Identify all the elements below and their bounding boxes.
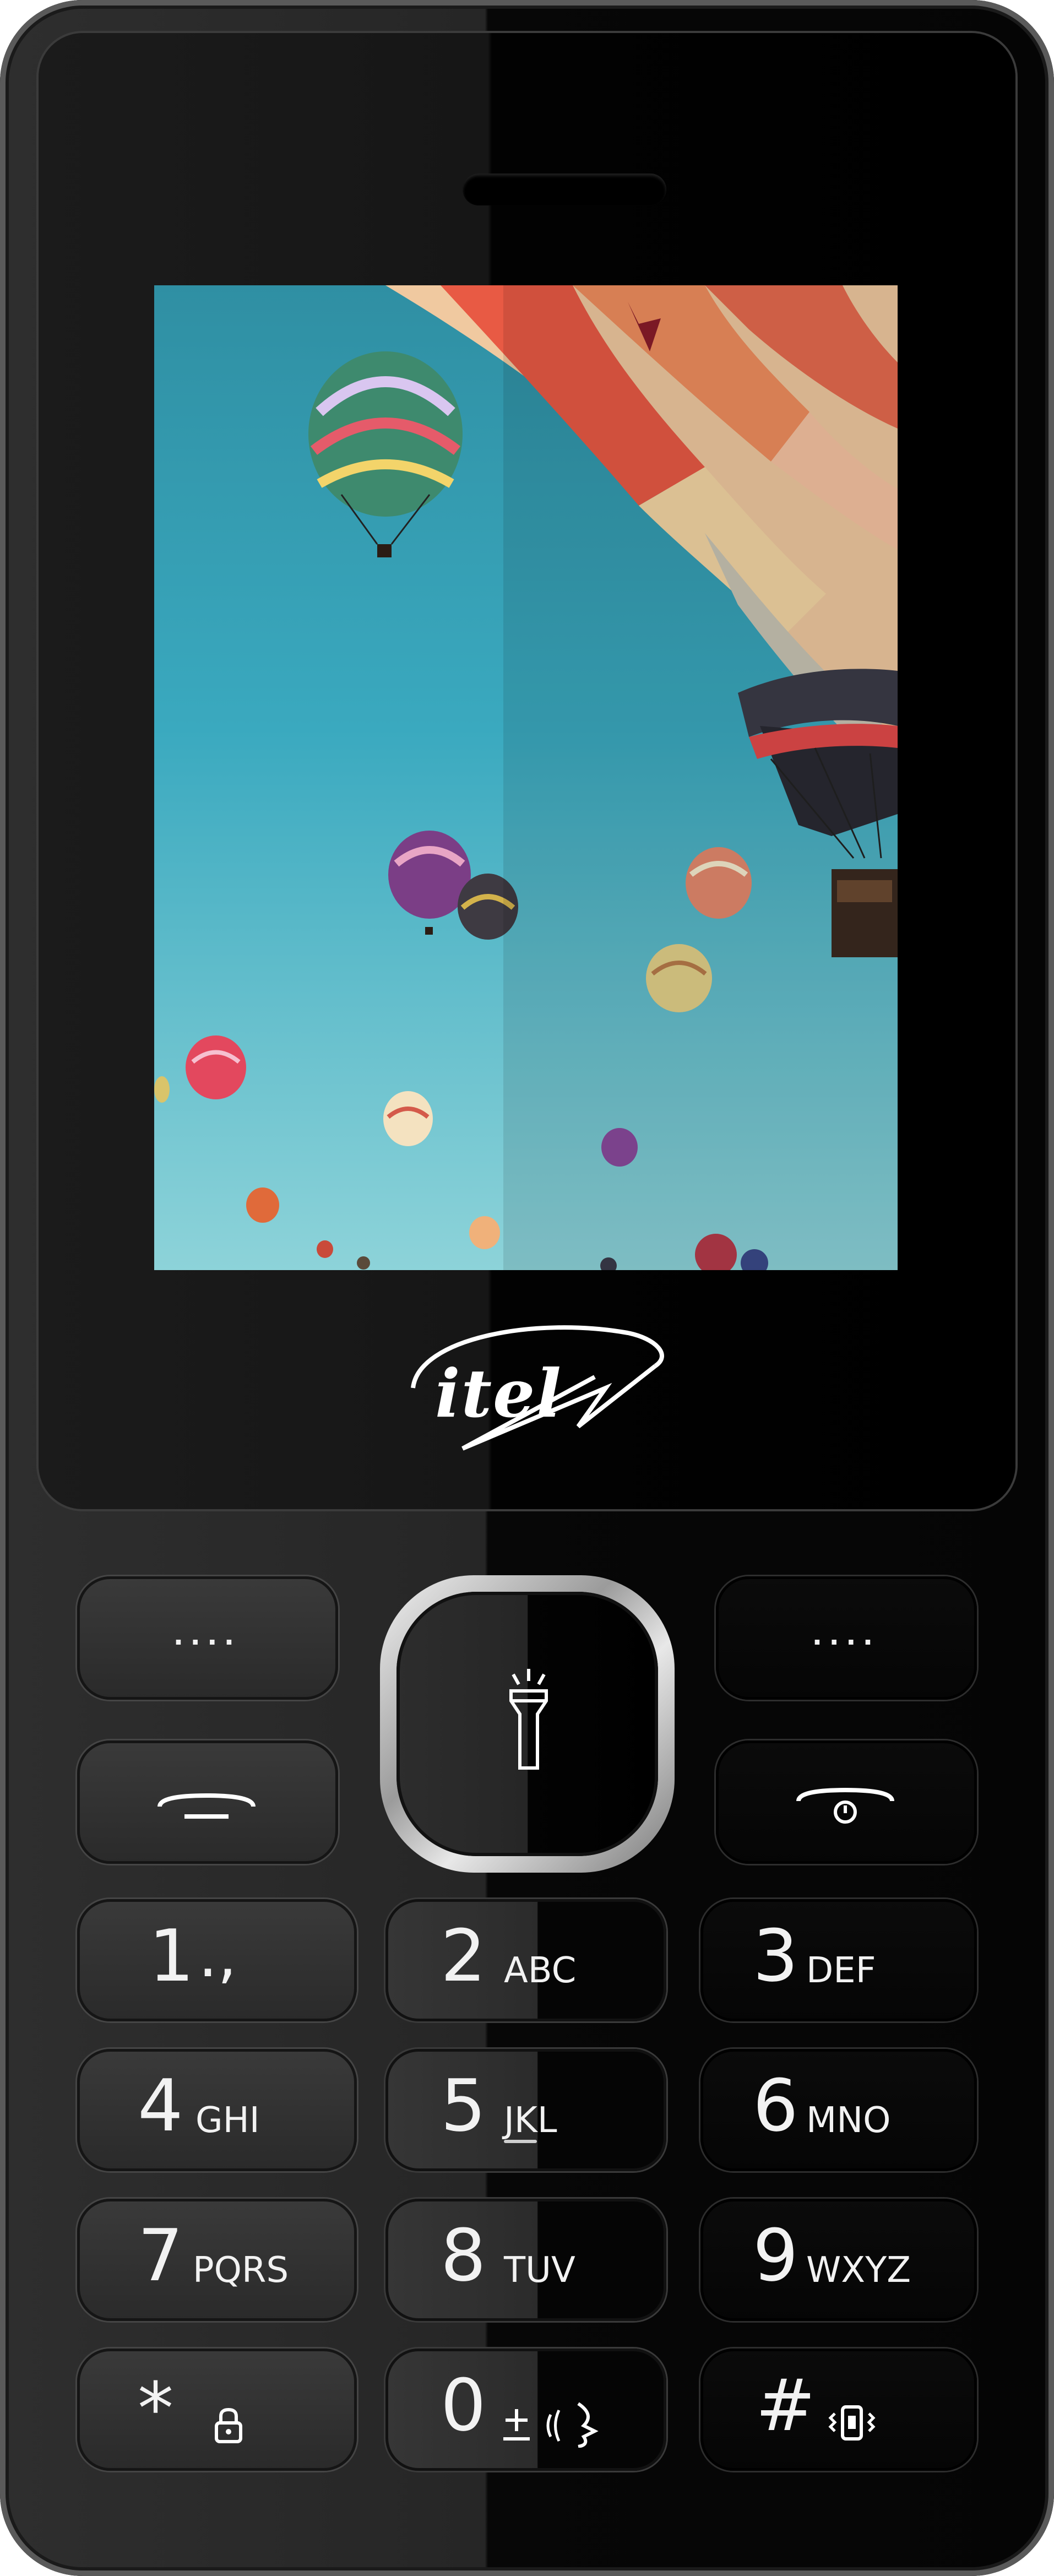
key-4-letters: GHI	[195, 2100, 260, 2141]
flashlight-icon	[507, 1669, 551, 1774]
key-5[interactable]: 5 JKL	[385, 2049, 666, 2171]
end-call-power-icon	[793, 1785, 898, 1829]
key-star[interactable]: *	[77, 2349, 357, 2471]
vibrate-icon	[827, 2404, 877, 2442]
brand-logo: itel	[396, 1322, 672, 1460]
key-7-letters: PQRS	[193, 2250, 289, 2291]
brand-logo-text: itel	[435, 1355, 562, 1433]
key-2-digit: 2	[441, 1914, 486, 1998]
key-8-letters: TUV	[504, 2250, 575, 2291]
key-9[interactable]: 9 WXYZ	[700, 2199, 977, 2321]
key-2[interactable]: 2 ABC	[385, 1899, 666, 2021]
key-9-digit: 9	[753, 2214, 798, 2297]
call-icon	[154, 1790, 259, 1823]
plus-voice-icon	[501, 2398, 611, 2448]
key-9-letters: WXYZ	[806, 2250, 911, 2291]
key-1[interactable]: 1 .,	[77, 1899, 357, 2021]
key-5-letters: JKL	[504, 2100, 557, 2141]
key-3-letters: DEF	[806, 1950, 876, 1991]
key-6-digit: 6	[753, 2064, 798, 2147]
display-screen	[154, 285, 898, 1270]
key-4-digit: 4	[138, 2064, 183, 2147]
key-7-digit: 7	[138, 2214, 183, 2297]
key-6-letters: MNO	[806, 2100, 891, 2141]
call-key[interactable]	[77, 1740, 338, 1864]
key-6[interactable]: 6 MNO	[700, 2049, 977, 2171]
key-3[interactable]: 3 DEF	[700, 1899, 977, 2021]
key-hash-digit: #	[756, 2363, 816, 2447]
key-1-digit: 1	[149, 1914, 194, 1998]
left-soft-key[interactable]: ....	[77, 1576, 338, 1700]
feature-phone: itel .... .... 1 ., 2 ABC 3 DEF 4 GHI 5 …	[0, 0, 1054, 2576]
lock-icon	[212, 2406, 245, 2445]
key-5-tactile-mark	[504, 2140, 537, 2143]
key-hash[interactable]: #	[700, 2349, 977, 2471]
center-select-key[interactable]	[396, 1592, 658, 1856]
end-key[interactable]	[716, 1740, 977, 1864]
key-4[interactable]: 4 GHI	[77, 2049, 357, 2171]
right-soft-key-dots: ....	[812, 1615, 881, 1652]
key-8-digit: 8	[441, 2214, 486, 2297]
key-2-letters: ABC	[504, 1950, 577, 1991]
left-soft-key-dots: ....	[173, 1615, 242, 1652]
navigation-dpad[interactable]	[380, 1575, 675, 1873]
key-8[interactable]: 8 TUV	[385, 2199, 666, 2321]
key-5-digit: 5	[441, 2064, 486, 2147]
balloon-wallpaper	[154, 285, 898, 1270]
key-star-digit: *	[138, 2367, 173, 2450]
key-0-digit: 0	[441, 2363, 486, 2447]
earpiece	[463, 173, 666, 205]
key-7[interactable]: 7 PQRS	[77, 2199, 357, 2321]
key-3-digit: 3	[753, 1914, 798, 1998]
key-1-letters: .,	[198, 1920, 237, 1991]
right-soft-key[interactable]: ....	[716, 1576, 977, 1700]
key-0[interactable]: 0	[385, 2349, 666, 2471]
